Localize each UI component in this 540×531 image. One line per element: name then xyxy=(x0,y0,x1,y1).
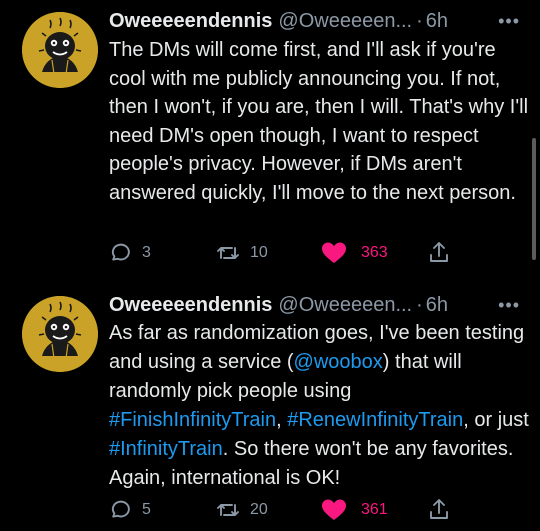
tweet-text: The DMs will come first, and I'll ask if… xyxy=(109,36,529,208)
avatar-icon xyxy=(22,12,98,88)
hashtag-link[interactable]: #RenewInfinityTrain xyxy=(287,409,463,431)
reply-button[interactable]: 5 xyxy=(109,497,151,523)
reply-count: 3 xyxy=(142,244,151,261)
reply-icon xyxy=(111,243,130,261)
retweet-count: 20 xyxy=(250,501,268,518)
retweet-icon xyxy=(217,504,239,516)
share-icon xyxy=(430,499,448,519)
user-handle[interactable]: @Oweeeeen... xyxy=(278,294,412,316)
tweet-text-segment: , or just xyxy=(463,409,529,431)
avatar[interactable] xyxy=(22,12,98,88)
share-button[interactable] xyxy=(427,240,451,264)
display-name[interactable]: Oweeeeendennis xyxy=(109,294,272,316)
timestamp[interactable]: 6h xyxy=(426,10,448,32)
tweet-text: As far as randomization goes, I've been … xyxy=(109,319,529,493)
avatar-icon xyxy=(22,296,98,372)
hashtag-link[interactable]: #InfinityTrain xyxy=(109,438,223,460)
tweet-text-segment: , xyxy=(276,409,288,431)
more-options-icon[interactable]: ••• xyxy=(498,8,520,34)
like-count: 363 xyxy=(361,244,388,261)
user-handle[interactable]: @Oweeeeen... xyxy=(278,10,412,32)
tweet-header: Oweeeeendennis @Oweeeeen... · 6h ••• xyxy=(109,292,520,318)
tweet-actions: 5 20 361 xyxy=(109,497,520,523)
reply-count: 5 xyxy=(142,501,151,518)
display-name[interactable]: Oweeeeendennis xyxy=(109,10,272,32)
tweet-actions: 3 10 363 xyxy=(109,240,520,266)
retweet-count: 10 xyxy=(250,244,268,261)
like-button[interactable]: 361 xyxy=(321,497,388,523)
reply-icon xyxy=(111,500,130,518)
tweet-text-segment: The DMs will come first, and I'll ask if… xyxy=(109,39,529,204)
tweet[interactable]: Oweeeeendennis @Oweeeeen... · 6h ••• The DM… xyxy=(0,0,540,278)
like-button[interactable]: 363 xyxy=(321,240,388,266)
retweet-button[interactable]: 20 xyxy=(215,497,268,523)
heart-icon xyxy=(322,499,346,520)
mention-link[interactable]: @woobox xyxy=(294,351,383,373)
retweet-button[interactable]: 10 xyxy=(215,240,268,266)
share-button[interactable] xyxy=(427,497,451,521)
hashtag-link[interactable]: #FinishInfinityTrain xyxy=(109,409,276,431)
tweet[interactable]: Oweeeeendennis @Oweeeeen... · 6h ••• As far… xyxy=(0,284,540,531)
avatar[interactable] xyxy=(22,296,98,372)
tweet-header: Oweeeeendennis @Oweeeeen... · 6h ••• xyxy=(109,8,520,34)
reply-button[interactable]: 3 xyxy=(109,240,151,266)
scrollbar[interactable] xyxy=(532,138,536,260)
separator-dot: · xyxy=(416,294,423,316)
separator-dot: · xyxy=(416,10,423,32)
retweet-icon xyxy=(217,247,239,259)
like-count: 361 xyxy=(361,501,388,518)
heart-icon xyxy=(322,242,346,263)
share-icon xyxy=(430,242,448,262)
timestamp[interactable]: 6h xyxy=(426,294,448,316)
more-options-icon[interactable]: ••• xyxy=(498,292,520,318)
